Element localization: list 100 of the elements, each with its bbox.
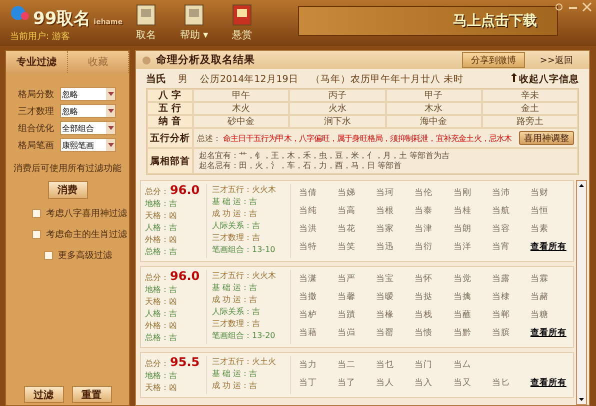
name-link[interactable]: 当怀: [414, 273, 454, 285]
dropdown-field[interactable]: 忽略: [60, 87, 116, 101]
table-cell: 丙子: [289, 89, 386, 102]
name-link[interactable]: 当罂: [376, 327, 415, 339]
scrollbar[interactable]: [576, 180, 587, 405]
name-link[interactable]: 当挞: [414, 291, 454, 303]
pay-note: 消费后可使用所有过滤功能: [12, 162, 122, 175]
view-all-link[interactable]: 查看所有: [530, 327, 569, 339]
name-link[interactable]: 当洪: [299, 223, 338, 235]
name-link[interactable]: 当了: [338, 377, 376, 389]
name-link[interactable]: 当暧: [376, 291, 415, 303]
nav-button[interactable]: 取名: [130, 2, 162, 44]
name-link[interactable]: 当高: [338, 205, 376, 217]
checkbox[interactable]: [32, 230, 41, 239]
name-link[interactable]: 当匕: [492, 377, 530, 389]
name-link[interactable]: 当航: [492, 205, 530, 217]
name-link[interactable]: 当蘸: [453, 309, 492, 321]
nav-button[interactable]: 悬赏: [226, 2, 258, 44]
name-link[interactable]: 当膑: [492, 327, 530, 339]
menu-icon[interactable]: [554, 2, 564, 12]
name-link[interactable]: 当愦: [414, 327, 454, 339]
dropdown-field[interactable]: 康熙笔画: [60, 138, 116, 152]
name-link[interactable]: 当二: [338, 359, 376, 371]
name-link[interactable]: 当严: [338, 273, 376, 285]
name-link[interactable]: 当力: [299, 359, 338, 371]
row-header: 属相部首: [147, 148, 193, 174]
name-link[interactable]: 当丁: [299, 377, 338, 389]
name-link[interactable]: 当栌: [299, 309, 338, 321]
radical-text: 起名忌有：田，火，氵，车，石，力，酉，马，日 等部首: [199, 161, 403, 171]
adjust-button[interactable]: 喜用神调整: [519, 131, 574, 145]
name-link[interactable]: 当泰: [414, 205, 454, 217]
name-link[interactable]: 当郸: [492, 309, 530, 321]
name-link[interactable]: 当宵: [492, 241, 530, 253]
name-link[interactable]: 当家: [376, 223, 415, 235]
name-link[interactable]: 当椽: [376, 309, 415, 321]
tab[interactable]: 收藏: [68, 51, 129, 73]
name-link[interactable]: 当岿: [338, 327, 376, 339]
name-link[interactable]: 当宝: [376, 273, 415, 285]
checkbox[interactable]: [32, 209, 41, 218]
name-link[interactable]: 当津: [414, 223, 454, 235]
close-icon[interactable]: [582, 2, 592, 12]
fortune-rating: 成 功 运：吉: [212, 380, 258, 392]
back-link[interactable]: >>返回: [540, 54, 573, 66]
dropdown-field[interactable]: 忽略: [60, 104, 116, 118]
checkbox[interactable]: [44, 251, 53, 260]
pay-button[interactable]: 消费: [48, 181, 88, 199]
dropdown-field[interactable]: 全部组合: [60, 121, 116, 135]
name-link[interactable]: 当藉: [299, 327, 338, 339]
name-link[interactable]: 当棣: [492, 291, 530, 303]
name-link[interactable]: 当朗: [453, 223, 492, 235]
name-link[interactable]: 当珂: [376, 187, 415, 199]
fortune-rating: 人际关系：吉: [212, 220, 261, 232]
name-link[interactable]: 当特: [299, 241, 338, 253]
name-link[interactable]: 当觉: [453, 273, 492, 285]
name-link[interactable]: 当伦: [414, 187, 454, 199]
name-link[interactable]: 当笑: [338, 241, 376, 253]
name-link[interactable]: 当黔: [453, 327, 492, 339]
nav-button[interactable]: 帮助 ▾: [176, 2, 212, 44]
tab[interactable]: 专业过滤: [6, 51, 68, 73]
name-link[interactable]: 当馨: [338, 291, 376, 303]
name-link[interactable]: 当厶: [453, 359, 492, 371]
table-cell: 木火: [193, 102, 290, 115]
name-link[interactable]: 当娣: [338, 187, 376, 199]
name-link[interactable]: 当人: [376, 377, 415, 389]
name-link[interactable]: 当花: [338, 223, 376, 235]
name-link[interactable]: 当素: [530, 223, 569, 235]
name-link[interactable]: 当沛: [492, 187, 530, 199]
name-link[interactable]: 当乜: [376, 359, 415, 371]
name-link[interactable]: 当擒: [453, 291, 492, 303]
name-link[interactable]: 当容: [492, 223, 530, 235]
collapse-link[interactable]: 收起八字信息: [511, 72, 579, 86]
name-link[interactable]: 当蹟: [338, 309, 376, 321]
name-link[interactable]: 当衍: [414, 241, 454, 253]
name-link[interactable]: 当栈: [414, 309, 454, 321]
name-link[interactable]: 当糖: [530, 309, 569, 321]
name-link[interactable]: 当门: [414, 359, 454, 371]
name-link[interactable]: 当桂: [453, 205, 492, 217]
name-link[interactable]: 当潇: [299, 273, 338, 285]
name-link[interactable]: 当露: [492, 273, 530, 285]
name-link[interactable]: 当纯: [299, 205, 338, 217]
name-link[interactable]: 当财: [530, 187, 569, 199]
name-link[interactable]: 当刚: [453, 187, 492, 199]
view-all-link[interactable]: 查看所有: [530, 377, 569, 389]
download-banner[interactable]: 马上点击下载: [298, 6, 558, 36]
name-link[interactable]: 当根: [376, 205, 415, 217]
name-link[interactable]: 当倩: [299, 187, 338, 199]
share-button[interactable]: 分享到微博: [462, 52, 525, 68]
action-button[interactable]: 过滤: [24, 386, 64, 403]
name-link[interactable]: 当又: [453, 377, 492, 389]
name-link[interactable]: 当入: [414, 377, 454, 389]
view-all-link[interactable]: 查看所有: [530, 241, 569, 253]
name-link[interactable]: 当洋: [453, 241, 492, 253]
fortune-rating: 三才五行：火火木: [212, 270, 277, 282]
name-link[interactable]: 当恒: [530, 205, 569, 217]
grid-rating: 地格：吉: [145, 284, 178, 296]
name-link[interactable]: 当撒: [299, 291, 338, 303]
action-button[interactable]: 重置: [72, 386, 112, 403]
name-link[interactable]: 当霖: [530, 273, 569, 285]
name-link[interactable]: 当迅: [376, 241, 415, 253]
name-link[interactable]: 当赭: [530, 291, 569, 303]
